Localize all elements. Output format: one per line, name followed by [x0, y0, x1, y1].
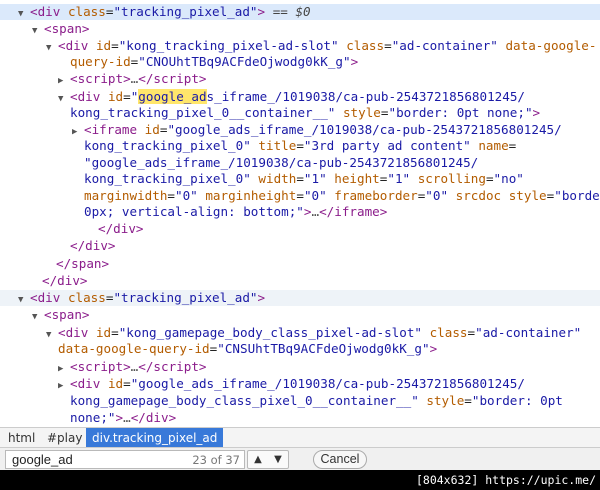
breadcrumb-current[interactable]: div.tracking_pixel_ad — [86, 428, 224, 448]
dom-tree-line[interactable]: ▼ <div class="tracking_pixel_ad"> — [0, 290, 600, 306]
find-bar: google_ad 23 of 37 ▲ ▼ Cancel — [0, 447, 600, 470]
dom-tree-line[interactable]: kong_gamepage_body_class_pixel_0__contai… — [0, 393, 600, 409]
dom-tree-line[interactable]: ▶ <iframe id="google_ads_iframe_/1019038/… — [0, 122, 600, 138]
dom-tree-line[interactable]: query-id="CNOUhtTBq9ACFdeOjwodg0kK_g"> — [0, 54, 600, 70]
find-nav: ▲ ▼ — [247, 450, 289, 469]
dom-tree-line[interactable]: kong_tracking_pixel_0" title="3rd party … — [0, 138, 600, 154]
collapse-triangle-icon[interactable]: ▼ — [18, 292, 28, 308]
expand-triangle-icon[interactable]: ▶ — [58, 73, 68, 89]
devtools-elements-panel: ••• ▼<div class="tracking_pixel_ad"> == … — [0, 0, 600, 470]
dom-tree-line[interactable]: </span> — [0, 256, 600, 272]
breadcrumb: html #play div.tracking_pixel_ad — [0, 427, 600, 448]
dom-tree-line[interactable]: ▶ <script>…</script> — [0, 71, 600, 87]
breadcrumb-html[interactable]: html — [2, 428, 41, 448]
dom-tree-line[interactable]: ▼ <div id="kong_tracking_pixel-ad-slot" c… — [0, 38, 600, 54]
dom-tree[interactable]: ••• ▼<div class="tracking_pixel_ad"> == … — [0, 0, 600, 426]
find-query: google_ad — [12, 452, 73, 467]
dom-tree-line[interactable]: ▼ <div id="kong_gamepage_body_class_pixel… — [0, 325, 600, 341]
find-cancel-button[interactable]: Cancel — [313, 450, 367, 469]
collapse-triangle-icon[interactable]: ▼ — [18, 6, 28, 22]
dom-tree-line[interactable]: kong_tracking_pixel_0__container__" styl… — [0, 105, 600, 121]
dom-tree-line[interactable]: </div> — [0, 273, 600, 289]
breadcrumb-play[interactable]: #play — [41, 428, 88, 448]
expand-triangle-icon[interactable]: ▶ — [58, 361, 68, 377]
dom-tree-line[interactable]: ▶ <script>…</script> — [0, 359, 600, 375]
watermark: [804x632] https://upic.me/ — [415, 473, 596, 487]
dom-tree-line[interactable]: data-google-query-id="CNSUhtTBq9ACFdeOjw… — [0, 341, 600, 357]
dom-tree-line[interactable]: kong_tracking_pixel_0" width="1" height=… — [0, 171, 600, 187]
dom-tree-line[interactable]: ▼ <div id="google_ads_iframe_/1019038/ca-… — [0, 89, 600, 105]
collapse-triangle-icon[interactable]: ▼ — [32, 23, 42, 39]
dom-tree-line[interactable]: ▶ <div id="google_ads_iframe_/1019038/ca-… — [0, 376, 600, 392]
dom-tree-line[interactable]: </div> — [0, 238, 600, 254]
dom-tree-line[interactable]: ▼ <div class="tracking_pixel_ad"> == $0 — [0, 4, 600, 20]
collapse-triangle-icon[interactable]: ▼ — [32, 309, 42, 325]
find-previous-button[interactable]: ▲ — [248, 451, 268, 468]
dom-tree-line[interactable]: "google_ads_iframe_/1019038/ca-pub-25437… — [0, 155, 600, 171]
dom-tree-line[interactable]: marginwidth="0" marginheight="0" framebo… — [0, 188, 600, 204]
find-match-count: 23 of 37 — [192, 453, 240, 467]
dom-tree-line[interactable]: none;">…</div> — [0, 410, 600, 426]
dom-tree-line[interactable]: ▼ <span> — [0, 21, 600, 37]
dom-tree-line[interactable]: ▼ <span> — [0, 307, 600, 323]
dom-tree-line[interactable]: 0px; vertical-align: bottom;">…</iframe> — [0, 204, 600, 220]
find-next-button[interactable]: ▼ — [268, 451, 288, 468]
find-input[interactable]: google_ad 23 of 37 — [5, 450, 245, 469]
expand-triangle-icon[interactable]: ▶ — [58, 378, 68, 394]
dom-tree-line[interactable]: </div> — [0, 221, 600, 237]
